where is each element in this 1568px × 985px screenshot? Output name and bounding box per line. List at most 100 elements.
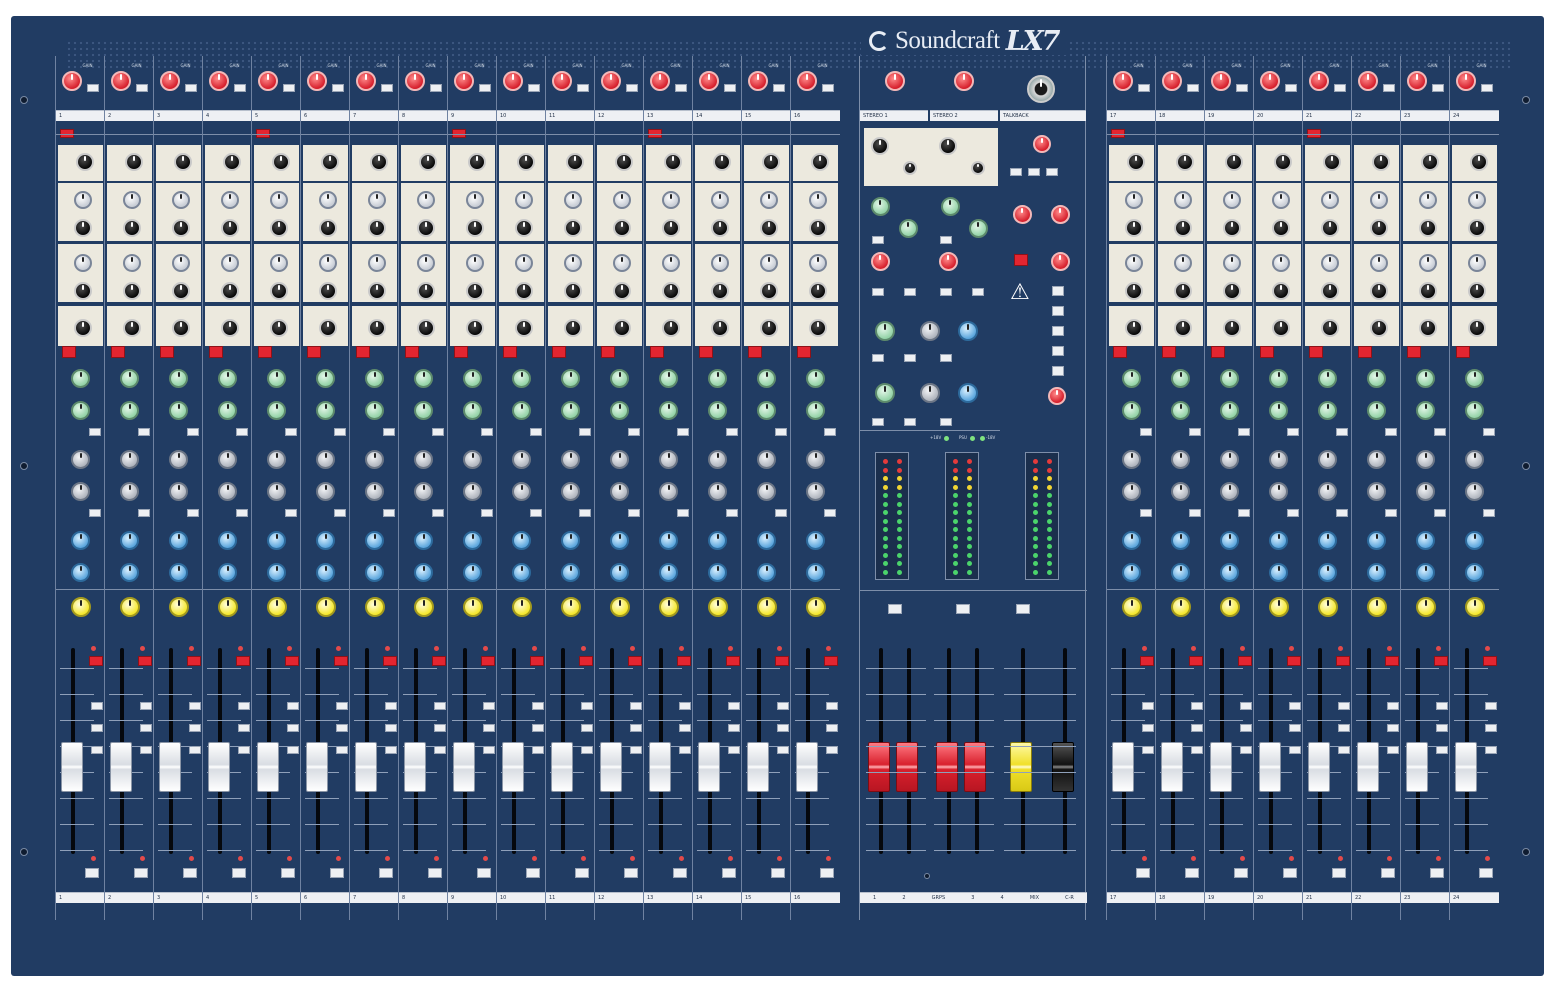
mix-button[interactable] — [531, 746, 544, 754]
aux-send-knob[interactable] — [414, 400, 433, 420]
aux-send-knob[interactable] — [414, 530, 433, 550]
aux-send-knob[interactable] — [218, 400, 237, 420]
eq-hf-knob[interactable] — [1322, 153, 1341, 171]
eq-lf-knob[interactable] — [759, 319, 778, 337]
mix-button[interactable] — [1386, 746, 1399, 754]
phantom-power-button[interactable] — [184, 84, 197, 92]
group-3-fader[interactable] — [936, 742, 958, 792]
aux-send-knob[interactable] — [1367, 368, 1386, 388]
mute-button[interactable] — [186, 656, 201, 666]
eq-hf-knob[interactable] — [614, 153, 633, 171]
eq-lmid-gain-knob[interactable] — [808, 282, 827, 300]
eq-button[interactable] — [1162, 346, 1176, 358]
eq-lmid-freq-knob[interactable] — [514, 254, 533, 272]
aux-send-knob[interactable] — [1465, 481, 1484, 501]
mix-button[interactable] — [825, 746, 838, 754]
eq-hmid-freq-knob[interactable] — [1222, 191, 1241, 209]
group-3-4-button[interactable] — [678, 724, 691, 732]
aux-send-knob[interactable] — [1367, 530, 1386, 550]
aux-send-knob[interactable] — [806, 368, 825, 388]
aux-send-knob[interactable] — [561, 530, 580, 550]
pfl-button[interactable] — [1478, 868, 1493, 878]
channel-fader[interactable] — [1307, 742, 1330, 792]
aux-send-knob[interactable] — [218, 449, 237, 469]
channel-fader[interactable] — [697, 742, 720, 792]
aux-send-knob[interactable] — [1318, 368, 1337, 388]
aux-master-knob[interactable] — [958, 321, 978, 341]
eq-hf-knob[interactable] — [75, 153, 94, 171]
aux-send-knob[interactable] — [120, 400, 139, 420]
aux-send-knob[interactable] — [365, 562, 384, 582]
phantom-power-button[interactable] — [527, 84, 540, 92]
group-3-4-button[interactable] — [90, 724, 103, 732]
eq-hmid-freq-knob[interactable] — [220, 191, 239, 209]
gain-knob[interactable] — [404, 71, 425, 91]
aux-master-pre-button[interactable] — [904, 354, 916, 362]
group-1-2-button[interactable] — [825, 702, 838, 710]
aux-pre-button[interactable] — [529, 509, 542, 517]
talkback-route-button[interactable] — [1046, 168, 1058, 176]
aux-send-knob[interactable] — [1465, 368, 1484, 388]
mute-button[interactable] — [627, 656, 642, 666]
pfl-button[interactable] — [182, 868, 197, 878]
aux-send-knob[interactable] — [169, 530, 188, 550]
eq-lf-knob[interactable] — [808, 319, 827, 337]
group-1-2-button[interactable] — [580, 702, 593, 710]
mix-button[interactable] — [335, 746, 348, 754]
eq-hmid-gain-knob[interactable] — [1467, 219, 1486, 237]
group-3-4-button[interactable] — [1337, 724, 1350, 732]
gain-knob[interactable] — [502, 71, 523, 91]
group-1-2-button[interactable] — [286, 702, 299, 710]
gain-knob[interactable] — [1112, 71, 1133, 91]
aux-pre-button[interactable] — [1433, 509, 1446, 517]
group-3-4-button[interactable] — [1239, 724, 1252, 732]
aux-send-knob[interactable] — [218, 481, 237, 501]
pan-knob[interactable] — [413, 597, 434, 617]
gain-knob[interactable] — [1210, 71, 1231, 91]
eq-lf-knob[interactable] — [73, 319, 92, 337]
aux-master-knob[interactable] — [958, 383, 978, 403]
pan-knob[interactable] — [315, 597, 336, 617]
aux-pre-button[interactable] — [235, 509, 248, 517]
group-3-4-button[interactable] — [1288, 724, 1301, 732]
aux-send-knob[interactable] — [267, 481, 286, 501]
eq-lf-knob[interactable] — [1467, 319, 1486, 337]
channel-fader[interactable] — [305, 742, 328, 792]
eq-lmid-gain-knob[interactable] — [416, 282, 435, 300]
aux-send-knob[interactable] — [708, 368, 727, 388]
pan-knob[interactable] — [658, 597, 679, 617]
aux-send-knob[interactable] — [1318, 449, 1337, 469]
aux-send-knob[interactable] — [169, 400, 188, 420]
eq-lmid-gain-knob[interactable] — [1124, 282, 1143, 300]
aux-send-knob[interactable] — [1220, 449, 1239, 469]
aux-send-knob[interactable] — [1367, 481, 1386, 501]
aux-send-knob[interactable] — [1171, 530, 1190, 550]
aux-pre-button[interactable] — [1482, 428, 1495, 436]
stereo-1-gain-knob[interactable] — [885, 71, 905, 91]
aux-send-knob[interactable] — [561, 562, 580, 582]
talkback-level-knob[interactable] — [1033, 135, 1051, 153]
aux-send-knob[interactable] — [316, 530, 335, 550]
aux-send-knob[interactable] — [1318, 530, 1337, 550]
monitor-select-button[interactable] — [1052, 286, 1064, 296]
mix-button[interactable] — [1190, 746, 1203, 754]
aux-send-knob[interactable] — [1318, 481, 1337, 501]
aux-send-knob[interactable] — [169, 562, 188, 582]
phantom-power-button[interactable] — [1137, 84, 1150, 92]
aux-send-knob[interactable] — [218, 562, 237, 582]
channel-fader[interactable] — [1454, 742, 1477, 792]
eq-lf-knob[interactable] — [661, 319, 680, 337]
eq-lmid-freq-knob[interactable] — [1173, 254, 1192, 272]
aux-send-knob[interactable] — [1122, 530, 1141, 550]
eq-lmid-freq-knob[interactable] — [612, 254, 631, 272]
eq-hf-knob[interactable] — [369, 153, 388, 171]
group-3-4-button[interactable] — [1484, 724, 1497, 732]
group-3-4-button[interactable] — [139, 724, 152, 732]
pfl-button[interactable] — [84, 868, 99, 878]
pfl-button[interactable] — [280, 868, 295, 878]
mute-button[interactable] — [823, 656, 838, 666]
mix-button[interactable] — [727, 746, 740, 754]
aux-pre-button[interactable] — [88, 428, 101, 436]
pan-knob[interactable] — [805, 597, 826, 617]
gain-knob[interactable] — [1259, 71, 1280, 91]
